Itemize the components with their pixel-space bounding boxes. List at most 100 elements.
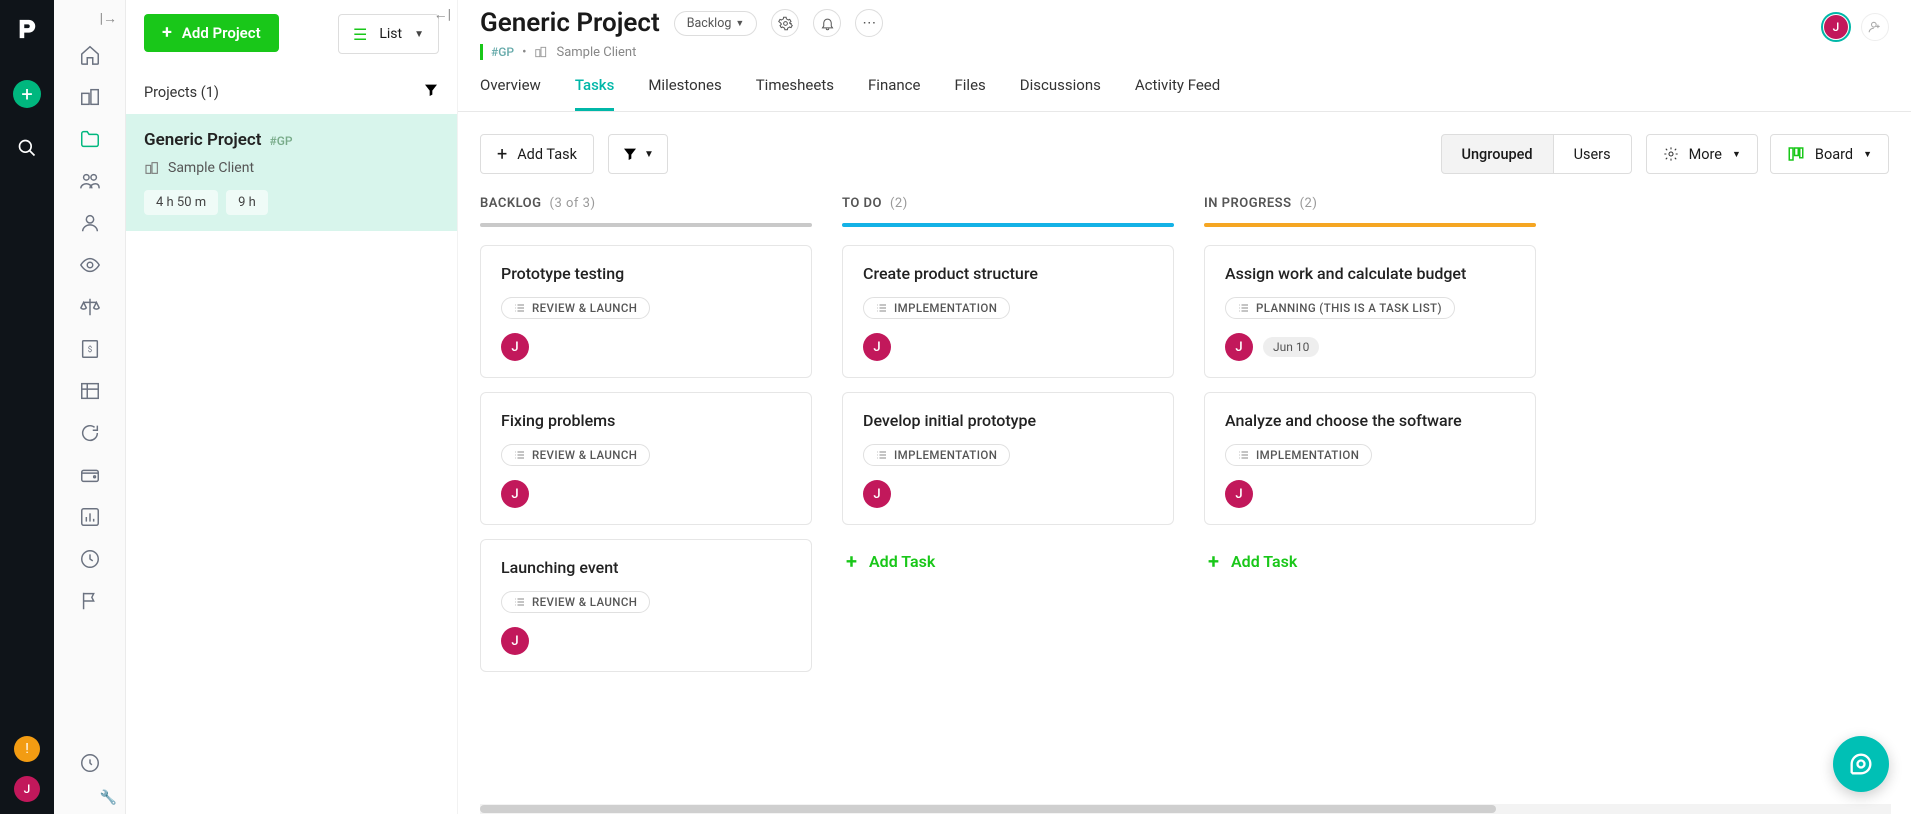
more-icon[interactable]: ⋯ [855, 9, 883, 37]
assignee-avatar: J [501, 333, 529, 361]
horizontal-scrollbar[interactable] [480, 804, 1891, 814]
clients-icon[interactable] [79, 86, 101, 108]
projects-count: Projects (1) [144, 84, 219, 101]
lane-title: BACKLOG [480, 196, 542, 211]
reports-icon[interactable] [79, 506, 101, 528]
tab-finance[interactable]: Finance [868, 76, 920, 111]
add-member-icon[interactable] [1861, 13, 1889, 41]
team-icon[interactable] [79, 170, 101, 192]
gear-icon [1663, 146, 1679, 162]
funnel-icon [622, 146, 638, 162]
search-icon[interactable] [17, 138, 37, 163]
table-icon[interactable] [79, 380, 101, 402]
task-title: Create product structure [863, 264, 1153, 283]
add-project-button[interactable]: + Add Project [144, 14, 279, 52]
assignee-avatar: J [863, 480, 891, 508]
board-view-dropdown[interactable]: Board ▼ [1770, 134, 1889, 174]
tab-milestones[interactable]: Milestones [648, 76, 721, 111]
lane-add-task[interactable]: +Add Task [842, 539, 1174, 583]
task-list-tag: IMPLEMENTATION [863, 297, 1010, 319]
assignee-avatar: J [1225, 333, 1253, 361]
task-title: Prototype testing [501, 264, 791, 283]
svg-text:$: $ [87, 344, 92, 355]
sync-icon[interactable] [79, 422, 101, 444]
more-menu[interactable]: More ▼ [1646, 134, 1758, 174]
due-date: Jun 10 [1263, 337, 1319, 357]
settings-wrench-icon[interactable]: 🔧 [100, 790, 117, 806]
history-icon[interactable] [79, 752, 101, 774]
lane-in-progress: IN PROGRESS (2) Assign work and calculate… [1204, 192, 1536, 806]
user-avatar[interactable]: J [14, 776, 40, 802]
lane-add-task[interactable]: +Add Task [1204, 539, 1536, 583]
project-item[interactable]: Generic Project #GP Sample Client 4 h 50… [126, 114, 457, 231]
grouping-segment: Ungrouped Users [1441, 134, 1632, 174]
caret-down-icon: ▼ [1863, 149, 1872, 160]
building-icon [144, 160, 160, 176]
invoice-icon[interactable]: $ [79, 338, 101, 360]
time-icon[interactable] [79, 548, 101, 570]
view-mode-dropdown[interactable]: ☰ List ▼ [338, 14, 439, 54]
project-code: #GP [269, 134, 292, 148]
task-card[interactable]: Analyze and choose the software IMPLEMEN… [1204, 392, 1536, 525]
lane-count: (2) [890, 196, 908, 211]
wallet-icon[interactable] [79, 464, 101, 486]
task-title: Develop initial prototype [863, 411, 1153, 430]
projects-icon[interactable] [79, 128, 101, 150]
lane-count: (3 of 3) [550, 196, 596, 211]
support-chat-bubble[interactable] [1833, 736, 1889, 792]
home-icon[interactable] [79, 44, 101, 66]
chevron-down-icon: ▼ [735, 18, 744, 29]
flag-icon[interactable] [79, 590, 101, 612]
tab-overview[interactable]: Overview [480, 76, 541, 111]
filter-dropdown[interactable]: ▼ [608, 134, 668, 174]
task-card[interactable]: Launching event REVIEW & LAUNCH J [480, 539, 812, 672]
warning-badge[interactable]: ! [14, 736, 40, 762]
lane-accent [842, 223, 1174, 227]
main-area: Generic Project Backlog ▼ ⋯ #GP • Sample… [458, 0, 1911, 814]
seg-ungrouped[interactable]: Ungrouped [1441, 134, 1554, 174]
tab-discussions[interactable]: Discussions [1020, 76, 1101, 111]
lane-title: IN PROGRESS [1204, 196, 1292, 211]
current-user-avatar[interactable]: J [1821, 12, 1851, 42]
nav-rail: |→ $ 🔧 [54, 0, 126, 814]
expand-icon[interactable]: |→ [100, 10, 117, 24]
contact-icon[interactable] [79, 212, 101, 234]
task-card[interactable]: Assign work and calculate budget PLANNIN… [1204, 245, 1536, 378]
task-card[interactable]: Develop initial prototype IMPLEMENTATION… [842, 392, 1174, 525]
time-spent-pill: 4 h 50 m [144, 190, 218, 215]
tab-activity[interactable]: Activity Feed [1135, 76, 1220, 111]
seg-users[interactable]: Users [1554, 134, 1632, 174]
filter-icon[interactable] [423, 82, 439, 102]
scrollbar-thumb[interactable] [480, 805, 1496, 813]
project-client: Sample Client [168, 160, 254, 176]
collapse-panel-icon[interactable]: ←| [434, 6, 451, 23]
plus-icon: + [497, 144, 507, 165]
task-list-tag: REVIEW & LAUNCH [501, 297, 650, 319]
bell-icon[interactable] [813, 9, 841, 37]
task-card[interactable]: Fixing problems REVIEW & LAUNCH J [480, 392, 812, 525]
tab-files[interactable]: Files [954, 76, 985, 111]
caret-down-icon: ▼ [1732, 149, 1741, 160]
task-card[interactable]: Create product structure IMPLEMENTATION … [842, 245, 1174, 378]
add-task-button[interactable]: + Add Task [480, 134, 594, 174]
app-rail: + ! J [0, 0, 54, 814]
app-logo [16, 18, 38, 40]
settings-icon[interactable] [771, 9, 799, 37]
task-list-tag: IMPLEMENTATION [1225, 444, 1372, 466]
caret-down-icon: ▼ [414, 29, 424, 40]
kanban-board: BACKLOG (3 of 3) Prototype testing REVIEW… [458, 192, 1911, 814]
task-card[interactable]: Prototype testing REVIEW & LAUNCH J [480, 245, 812, 378]
project-code-crumb: #GP [491, 45, 514, 59]
task-title: Fixing problems [501, 411, 791, 430]
watch-icon[interactable] [79, 254, 101, 276]
tab-timesheets[interactable]: Timesheets [756, 76, 834, 111]
stage-chip[interactable]: Backlog ▼ [674, 11, 758, 36]
page-title: Generic Project [480, 8, 660, 38]
breadcrumb: #GP • Sample Client [480, 44, 883, 60]
lane-count: (2) [1300, 196, 1318, 211]
tab-tasks[interactable]: Tasks [575, 76, 615, 111]
create-fab[interactable]: + [13, 80, 41, 108]
balance-icon[interactable] [79, 296, 101, 318]
add-project-label: Add Project [182, 24, 261, 42]
lane-accent [1204, 223, 1536, 227]
